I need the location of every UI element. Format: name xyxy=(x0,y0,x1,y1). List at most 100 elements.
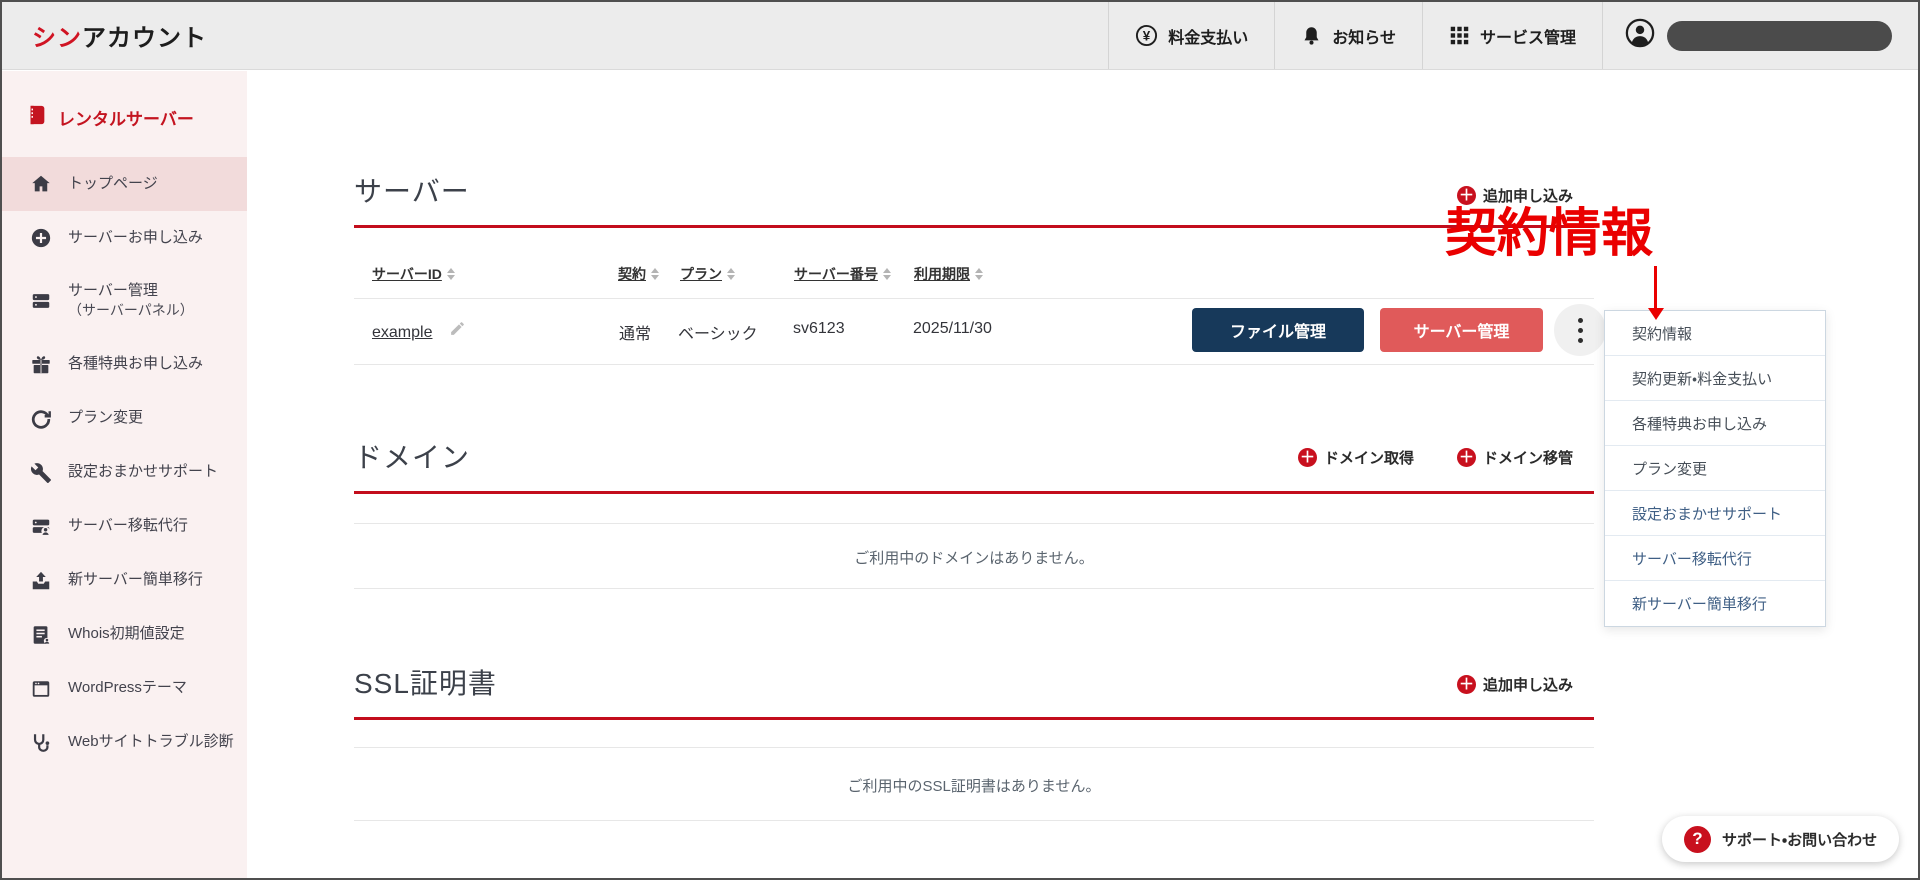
sidebar-item-label: 設定おまかせサポート xyxy=(68,463,219,481)
sidebar-item-label: Whois初期値設定 xyxy=(68,625,185,643)
plus-icon: ＋ xyxy=(1298,448,1317,467)
bell-icon xyxy=(1301,25,1322,47)
menu-item-server-transfer[interactable]: サーバー移転代行 xyxy=(1605,536,1825,581)
sidebar-item-label: サーバーお申し込み xyxy=(68,228,203,246)
logo-accent-text: シン xyxy=(32,25,82,52)
sidebar: レンタルサーバー トップページ サーバーお申し込み サーバー管理 （サーバーパネル… xyxy=(2,71,247,878)
menu-item-benefits[interactable]: 各種特典お申し込み xyxy=(1605,401,1825,446)
annotation-arrow-head xyxy=(1647,308,1664,320)
ssl-section-underline xyxy=(354,717,1594,720)
sidebar-item-sublabel: （サーバーパネル） xyxy=(68,302,194,319)
menu-item-contract-info[interactable]: 契約情報 xyxy=(1605,311,1825,356)
server-context-menu: 契約情報 契約更新・料金支払い 各種特典お申し込み プラン変更 設定おまかせサポ… xyxy=(1604,310,1826,627)
sidebar-item-wordpress-theme[interactable]: WordPressテーマ xyxy=(2,662,247,716)
sort-icon xyxy=(882,268,891,280)
contract-cell: 通常 xyxy=(619,326,652,343)
server-id-link[interactable]: example xyxy=(372,324,432,341)
ssl-add-link[interactable]: ＋ 追加申し込み xyxy=(1457,674,1573,695)
domain-section-title: ドメイン xyxy=(354,442,471,473)
empty-box-top-border xyxy=(354,523,1594,524)
menu-item-plan-change[interactable]: プラン変更 xyxy=(1605,446,1825,491)
refresh-icon xyxy=(30,408,52,430)
payment-label: 料金支払い xyxy=(1168,29,1249,47)
sidebar-nav: トップページ サーバーお申し込み サーバー管理 （サーバーパネル） 各種特典お申し… xyxy=(2,157,247,770)
server-section-title: サーバー xyxy=(354,176,470,207)
sidebar-item-server-panel[interactable]: サーバー管理 （サーバーパネル） xyxy=(2,265,247,338)
annotation-contract-info: 契約情報 xyxy=(1445,205,1654,263)
menu-item-easy-migration[interactable]: 新サーバー簡単移行 xyxy=(1605,581,1825,626)
service-manage-label: サービス管理 xyxy=(1479,29,1576,47)
sidebar-item-site-diagnosis[interactable]: Webサイトトラブル診断 xyxy=(2,716,247,770)
gift-icon xyxy=(30,354,52,376)
domain-get-label: ドメイン取得 xyxy=(1324,450,1415,467)
domain-transfer-link[interactable]: ＋ ドメイン移管 xyxy=(1457,447,1573,468)
sidebar-title-label: レンタルサーバー xyxy=(58,110,194,129)
file-manage-button[interactable]: ファイル管理 xyxy=(1192,308,1364,352)
domain-section-underline xyxy=(354,491,1594,494)
sidebar-item-top-page[interactable]: トップページ xyxy=(2,157,247,211)
column-header-expiry[interactable]: 利用期限 xyxy=(914,264,983,284)
svg-text:¥: ¥ xyxy=(1143,28,1151,43)
menu-item-omakase-support[interactable]: 設定おまかせサポート xyxy=(1605,491,1825,536)
sidebar-item-plan-change[interactable]: プラン変更 xyxy=(2,392,247,446)
sidebar-item-whois[interactable]: Whois初期値設定 xyxy=(2,608,247,662)
menu-item-renew-payment[interactable]: 契約更新・料金支払い xyxy=(1605,356,1825,401)
domain-empty-text: ご利用中のドメインはありません。 xyxy=(854,550,1094,567)
ssl-add-label: 追加申し込み xyxy=(1483,677,1574,694)
yen-icon: ¥ xyxy=(1135,24,1158,47)
sidebar-service-title[interactable]: レンタルサーバー xyxy=(2,71,247,131)
support-label: サポート・お問い合わせ xyxy=(1722,831,1878,849)
shin-account-page: シン アカウント ¥ 料金支払い お知らせ サービス管理 レンタルサーバー トッ… xyxy=(0,0,1920,880)
payment-nav-item[interactable]: ¥ 料金支払い xyxy=(1108,2,1274,69)
empty-box-bottom-border xyxy=(354,820,1594,821)
sort-icon xyxy=(975,268,983,280)
table-row-divider xyxy=(354,298,1594,299)
news-label: お知らせ xyxy=(1332,29,1396,47)
sidebar-item-label: WordPressテーマ xyxy=(68,679,187,697)
empty-box-top-border xyxy=(354,747,1594,748)
plus-icon: ＋ xyxy=(1457,675,1476,694)
home-icon xyxy=(30,173,52,195)
annotation-arrow xyxy=(1654,266,1657,310)
server-add-link[interactable]: ＋ 追加申し込み xyxy=(1457,185,1573,206)
column-header-server-id[interactable]: サーバーID xyxy=(372,264,455,284)
question-icon: ? xyxy=(1684,825,1711,853)
ssl-section-title: SSL証明書 xyxy=(354,668,497,699)
sidebar-item-label: トップページ xyxy=(68,174,158,192)
server-manage-button[interactable]: サーバー管理 xyxy=(1380,308,1543,352)
user-icon xyxy=(1625,18,1655,53)
sort-icon xyxy=(651,268,659,280)
sidebar-item-easy-migration[interactable]: 新サーバー簡単移行 xyxy=(2,554,247,608)
sidebar-item-label: プラン変更 xyxy=(68,409,144,427)
domain-transfer-label: ドメイン移管 xyxy=(1483,450,1574,467)
support-contact-button[interactable]: ? サポート・お問い合わせ xyxy=(1662,816,1900,862)
news-nav-item[interactable]: お知らせ xyxy=(1274,2,1422,69)
grid-icon xyxy=(1449,25,1470,46)
header-nav: ¥ 料金支払い お知らせ サービス管理 xyxy=(1108,2,1918,69)
sort-icon xyxy=(727,268,735,280)
server-row: example xyxy=(372,320,466,342)
browser-window-icon xyxy=(30,678,52,700)
sidebar-item-server-transfer[interactable]: サーバー移転代行 xyxy=(2,500,247,554)
app-logo[interactable]: シン アカウント xyxy=(2,2,207,69)
sidebar-item-label: サーバー移転代行 xyxy=(68,517,188,535)
sidebar-item-server-apply[interactable]: サーバーお申し込み xyxy=(2,211,247,265)
domain-get-link[interactable]: ＋ ドメイン取得 xyxy=(1298,447,1414,468)
column-header-plan[interactable]: プラン xyxy=(680,264,735,284)
expiry-cell: 2025/11/30 xyxy=(913,320,992,337)
sidebar-item-benefits[interactable]: 各種特典お申し込み xyxy=(2,338,247,392)
empty-box-bottom-border xyxy=(354,588,1594,589)
service-manage-nav-item[interactable]: サービス管理 xyxy=(1421,2,1602,69)
wrench-icon xyxy=(30,462,52,484)
sidebar-item-omakase-support[interactable]: 設定おまかせサポート xyxy=(2,446,247,500)
plus-icon: ＋ xyxy=(1457,448,1476,467)
column-header-server-no[interactable]: サーバー番号 xyxy=(794,264,891,284)
plus-circle-icon xyxy=(30,227,52,249)
app-header: シン アカウント ¥ 料金支払い お知らせ サービス管理 xyxy=(2,2,1918,70)
account-menu[interactable] xyxy=(1602,2,1918,69)
edit-pencil-icon[interactable] xyxy=(449,322,466,341)
column-header-contract[interactable]: 契約 xyxy=(618,264,659,284)
kebab-menu-button[interactable] xyxy=(1554,304,1606,356)
server-add-label: 追加申し込み xyxy=(1483,188,1574,205)
stethoscope-icon xyxy=(30,732,52,754)
